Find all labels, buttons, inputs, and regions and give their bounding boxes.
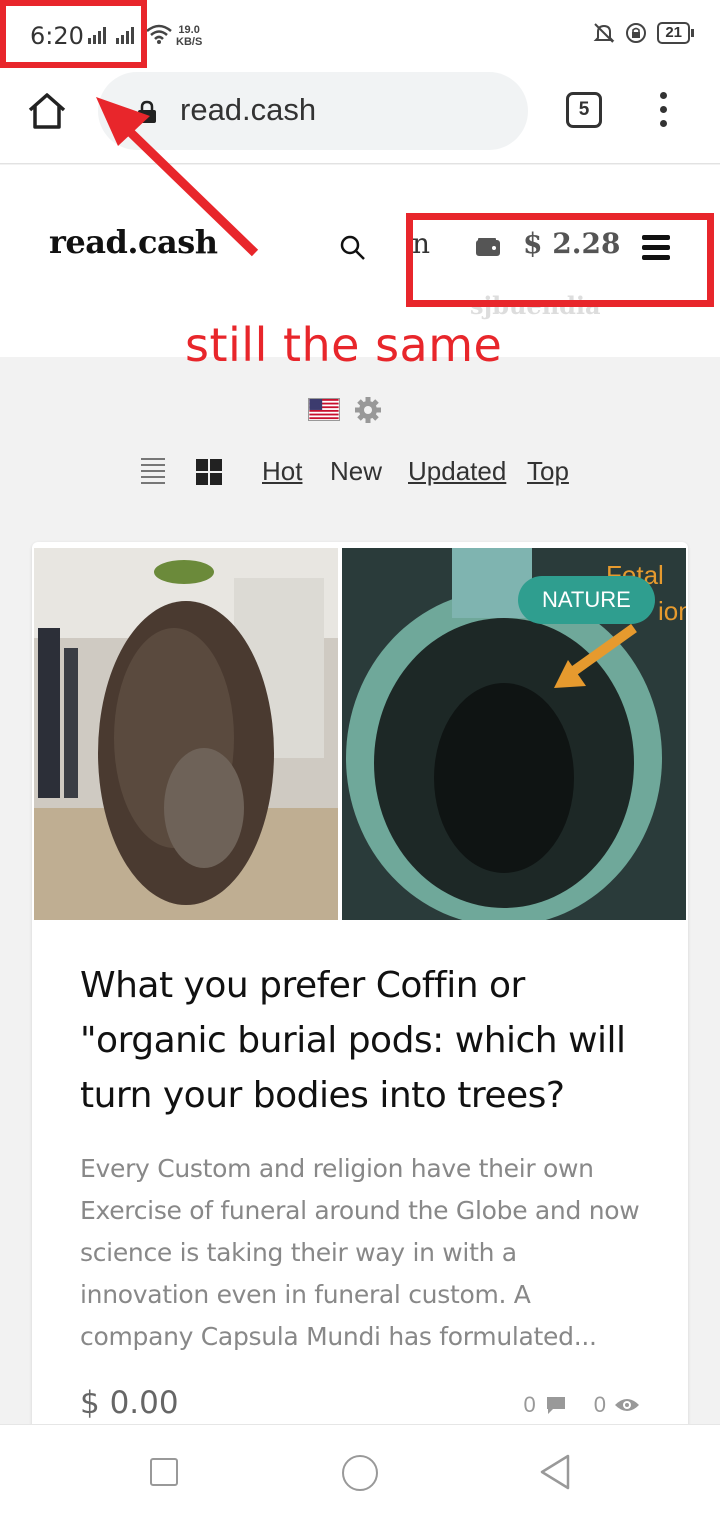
list-view-icon[interactable] [141, 458, 165, 488]
tab-new[interactable]: New [330, 456, 382, 487]
category-tag[interactable]: NATURE [518, 576, 655, 624]
article-card[interactable]: Fetal ion NATURE What you prefer Coffin … [32, 542, 688, 1442]
annotation-arrow [96, 97, 259, 257]
eye-icon [615, 1399, 639, 1411]
comment-count: 0 [523, 1392, 536, 1417]
tab-updated[interactable]: Updated [408, 456, 506, 487]
article-excerpt: Every Custom and religion have their own… [80, 1154, 640, 1351]
us-flag-icon[interactable] [308, 398, 340, 421]
image-overlay-text-2: ion [658, 596, 686, 626]
grid-view-icon[interactable] [196, 459, 222, 485]
view-count: 0 [593, 1392, 606, 1417]
home-button[interactable] [342, 1455, 378, 1491]
tab-hot[interactable]: Hot [262, 456, 302, 487]
article-title[interactable]: What you prefer Coffin or "organic buria… [80, 958, 640, 1123]
article-earnings: $ 0.00 [80, 1385, 179, 1421]
annotation-text: still the same [185, 318, 503, 372]
back-button[interactable] [538, 1453, 572, 1491]
tab-top[interactable]: Top [527, 456, 569, 487]
system-nav-bar [0, 1424, 720, 1520]
comment-icon [546, 1397, 565, 1414]
recents-button[interactable] [150, 1458, 178, 1486]
article-stats: 0 0 [524, 1392, 641, 1418]
gear-icon[interactable] [354, 396, 382, 424]
